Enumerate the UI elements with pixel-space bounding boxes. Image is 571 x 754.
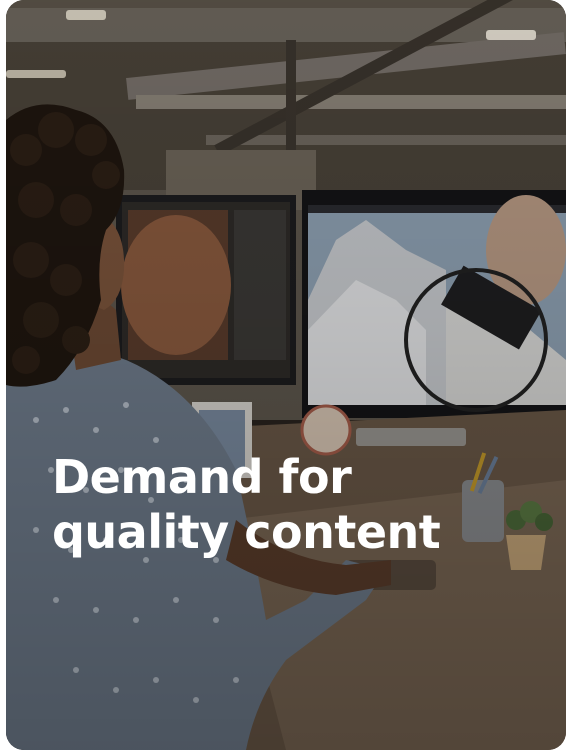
card-headline: Demand for quality content (52, 450, 522, 560)
content-card[interactable]: Demand for quality content (6, 0, 566, 750)
headline-line-2: quality content (52, 505, 441, 559)
dark-overlay (6, 0, 566, 750)
headline-line-1: Demand for (52, 450, 352, 504)
